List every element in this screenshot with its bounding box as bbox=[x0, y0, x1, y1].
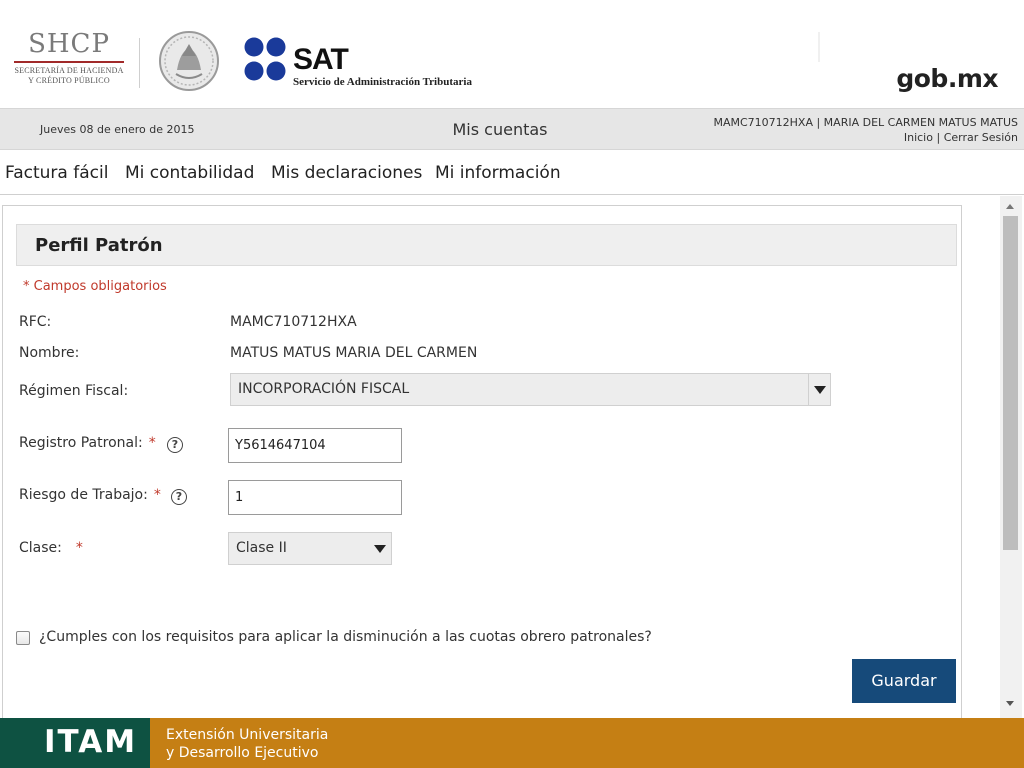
clase-select[interactable]: Clase II bbox=[228, 532, 392, 565]
footer-caption-line-2: y Desarrollo Ejecutivo bbox=[166, 745, 319, 761]
home-link[interactable]: Inicio bbox=[904, 131, 933, 144]
sat-logo-subtitle: Servicio de Administración Tributaria bbox=[293, 76, 472, 88]
shcp-logo-rule bbox=[14, 61, 124, 63]
link-separator: | bbox=[936, 131, 941, 144]
user-info: MAMC710712HXA | MARIA DEL CARMEN MATUS M… bbox=[713, 115, 1018, 145]
registro-patronal-label: Registro Patronal: * bbox=[19, 435, 156, 451]
footer-caption: Extensión Universitaria y Desarrollo Eje… bbox=[166, 726, 328, 762]
vertical-scrollbar[interactable] bbox=[1000, 196, 1022, 718]
content-area: Perfil Patrón * Campos obligatorios RFC:… bbox=[0, 196, 1024, 725]
coat-of-arms-seal-icon bbox=[159, 31, 219, 91]
required-marker: * bbox=[153, 487, 161, 503]
panel-header: Perfil Patrón bbox=[16, 224, 957, 266]
save-button[interactable]: Guardar bbox=[852, 659, 956, 703]
shcp-logo-subtitle-2: Y CRÉDITO PÚBLICO bbox=[28, 76, 110, 85]
itam-logo-box: ITAM bbox=[0, 718, 150, 768]
required-marker: * bbox=[148, 435, 156, 451]
riesgo-trabajo-input[interactable] bbox=[228, 480, 402, 515]
rfc-label: RFC: bbox=[19, 314, 52, 330]
sat-logo: SAT Servicio de Administración Tributari… bbox=[243, 36, 503, 92]
regimen-select[interactable]: INCORPORACIÓN FISCAL bbox=[230, 373, 831, 406]
gob-mx-logo[interactable]: gob.mx bbox=[896, 64, 998, 93]
scrollbar-thumb[interactable] bbox=[1003, 216, 1018, 550]
itam-footer: ITAM Extensión Universitaria y Desarroll… bbox=[0, 718, 1024, 768]
clase-label: Clase: * bbox=[19, 540, 83, 556]
logo-divider bbox=[139, 38, 140, 88]
question-circle-icon[interactable]: ? bbox=[171, 489, 187, 505]
scroll-down-arrow-icon[interactable] bbox=[1006, 701, 1014, 706]
main-nav: Factura fácil Mi contabilidad Mis declar… bbox=[0, 150, 1024, 195]
logout-link[interactable]: Cerrar Sesión bbox=[944, 131, 1018, 144]
form-title: Perfil Patrón bbox=[35, 235, 163, 256]
required-marker: * bbox=[75, 540, 83, 556]
regimen-dropdown-button[interactable] bbox=[808, 374, 830, 405]
logo-header: SHCP SECRETARÍA DE HACIENDA Y CRÉDITO PÚ… bbox=[0, 0, 1024, 108]
caret-down-icon bbox=[814, 386, 826, 394]
shcp-logo: SHCP SECRETARÍA DE HACIENDA Y CRÉDITO PÚ… bbox=[10, 30, 128, 86]
user-rfc-name: MAMC710712HXA | MARIA DEL CARMEN MATUS M… bbox=[713, 116, 1018, 129]
nav-item-mi-contabilidad[interactable]: Mi contabilidad bbox=[125, 163, 254, 183]
clase-dropdown-button[interactable] bbox=[369, 533, 391, 564]
user-links: Inicio | Cerrar Sesión bbox=[713, 130, 1018, 145]
nombre-label: Nombre: bbox=[19, 345, 80, 361]
question-circle-icon[interactable]: ? bbox=[167, 437, 183, 453]
riesgo-trabajo-label: Riesgo de Trabajo: * bbox=[19, 487, 161, 503]
nav-item-mis-declaraciones[interactable]: Mis declaraciones bbox=[271, 163, 422, 183]
riesgo-trabajo-label-text: Riesgo de Trabajo: bbox=[19, 487, 148, 503]
decorative-line bbox=[818, 32, 820, 62]
regimen-selected-value: INCORPORACIÓN FISCAL bbox=[238, 381, 410, 397]
rfc-value: MAMC710712HXA bbox=[230, 314, 357, 330]
scroll-up-arrow-icon[interactable] bbox=[1006, 204, 1014, 209]
clase-label-text: Clase: bbox=[19, 540, 62, 556]
info-bar: Jueves 08 de enero de 2015 Mis cuentas M… bbox=[0, 108, 1024, 150]
footer-caption-line-1: Extensión Universitaria bbox=[166, 727, 329, 743]
clase-selected-value: Clase II bbox=[236, 540, 287, 556]
sat-logo-title: SAT bbox=[293, 43, 349, 76]
sat-logo-dots-icon bbox=[244, 37, 286, 81]
form-panel: Perfil Patrón * Campos obligatorios RFC:… bbox=[2, 205, 962, 725]
shcp-logo-subtitle-1: SECRETARÍA DE HACIENDA bbox=[14, 66, 124, 75]
registro-patronal-label-text: Registro Patronal: bbox=[19, 435, 143, 451]
nav-item-factura-facil[interactable]: Factura fácil bbox=[5, 163, 108, 183]
required-fields-note: * Campos obligatorios bbox=[23, 279, 167, 294]
nav-item-mi-informacion[interactable]: Mi información bbox=[435, 163, 561, 183]
shcp-logo-title: SHCP bbox=[28, 29, 110, 59]
itam-logo: ITAM bbox=[44, 724, 138, 760]
disminucion-cuotas-label[interactable]: ¿Cumples con los requisitos para aplicar… bbox=[39, 629, 652, 645]
registro-patronal-input[interactable] bbox=[228, 428, 402, 463]
regimen-label: Régimen Fiscal: bbox=[19, 383, 129, 399]
nombre-value: MATUS MATUS MARIA DEL CARMEN bbox=[230, 345, 478, 361]
caret-down-icon bbox=[374, 545, 386, 553]
disminucion-cuotas-checkbox[interactable] bbox=[16, 631, 30, 645]
